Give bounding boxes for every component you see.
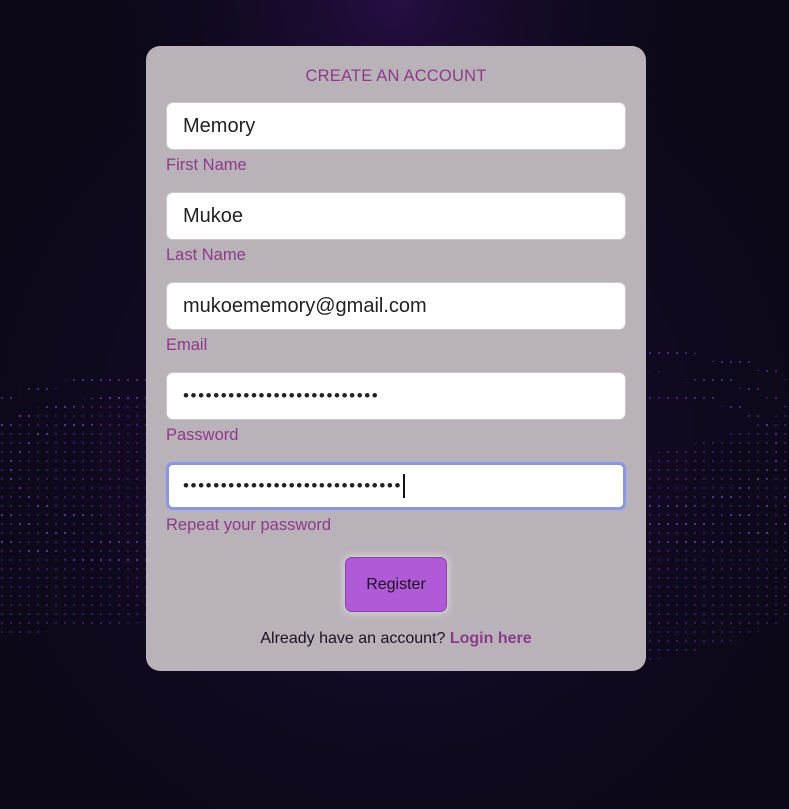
register-button[interactable]: Register: [345, 557, 447, 612]
email-value: mukoememory@gmail.com: [183, 294, 427, 317]
first-name-value: Memory: [183, 114, 256, 137]
last-name-label: Last Name: [166, 246, 246, 264]
email-input[interactable]: mukoememory@gmail.com: [166, 282, 626, 330]
email-label: Email: [166, 336, 208, 354]
form-title: CREATE AN ACCOUNT: [305, 67, 487, 85]
email-field: mukoememory@gmail.com Email: [166, 282, 626, 356]
first-name-input[interactable]: Memory: [166, 102, 626, 150]
first-name-label: First Name: [166, 156, 247, 174]
repeat-password-value: •••••••••••••••••••••••••••••: [183, 476, 402, 495]
last-name-field: Mukoe Last Name: [166, 192, 626, 266]
last-name-value: Mukoe: [183, 204, 244, 227]
repeat-password-input[interactable]: •••••••••••••••••••••••••••••: [166, 462, 626, 510]
text-caret: [403, 474, 405, 498]
password-input[interactable]: ••••••••••••••••••••••••••: [166, 372, 626, 420]
password-label: Password: [166, 426, 239, 444]
login-prompt-text: Already have an account?: [260, 630, 446, 647]
login-prompt-row: Already have an account? Login here: [146, 630, 646, 648]
repeat-password-field: ••••••••••••••••••••••••••••• Repeat you…: [166, 462, 626, 536]
password-field: •••••••••••••••••••••••••• Password: [166, 372, 626, 446]
register-card: CREATE AN ACCOUNT Memory First Name Muko…: [146, 46, 646, 671]
repeat-password-label: Repeat your password: [166, 516, 332, 534]
password-value: ••••••••••••••••••••••••••: [183, 386, 380, 405]
last-name-input[interactable]: Mukoe: [166, 192, 626, 240]
first-name-field: Memory First Name: [166, 102, 626, 176]
login-link[interactable]: Login here: [450, 630, 532, 647]
